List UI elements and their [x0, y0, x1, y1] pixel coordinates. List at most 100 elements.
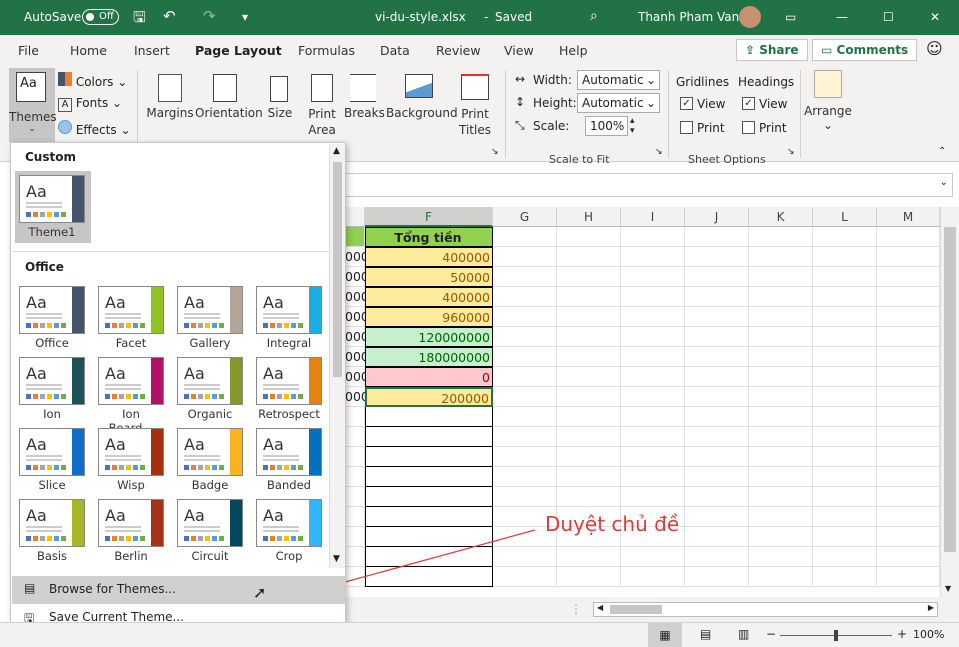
cell[interactable]	[493, 427, 557, 447]
tab-page-layout[interactable]: Page Layout	[195, 43, 282, 67]
cell[interactable]	[685, 247, 749, 267]
theme-thumbnail[interactable]: Aa	[256, 428, 322, 476]
cell[interactable]	[493, 487, 557, 507]
cell[interactable]	[877, 487, 940, 507]
cell[interactable]	[621, 227, 685, 247]
cell[interactable]	[365, 427, 493, 447]
cell[interactable]	[493, 327, 557, 347]
autosave-toggle[interactable]: Off	[82, 9, 119, 25]
theme-thumbnail[interactable]: Aa	[256, 499, 322, 547]
orientation-button[interactable]: Orientation	[195, 106, 263, 120]
cell[interactable]	[345, 487, 365, 507]
column-header[interactable]: K	[749, 207, 813, 227]
cell[interactable]	[749, 427, 813, 447]
page-layout-view-icon[interactable]: ▤	[700, 627, 711, 641]
cell[interactable]: 400000	[365, 287, 493, 307]
theme-item[interactable]: Aa Theme1	[15, 171, 91, 243]
share-button[interactable]: ⇪ Share	[736, 39, 808, 61]
cell[interactable]	[813, 387, 877, 407]
column-header[interactable]: J	[685, 207, 749, 227]
cell[interactable]	[685, 467, 749, 487]
colors-button[interactable]: Colors ⌄	[58, 72, 127, 89]
cell[interactable]	[493, 447, 557, 467]
browse-for-themes-item[interactable]: ▤ Browse for Themes...	[12, 576, 345, 604]
cell[interactable]	[557, 547, 621, 567]
cell[interactable]	[493, 387, 557, 407]
cell[interactable]	[685, 487, 749, 507]
save-icon[interactable]: 🖫	[133, 7, 146, 32]
scale-spinner[interactable]: ▴ ▾	[630, 116, 635, 136]
cell[interactable]	[749, 507, 813, 527]
cell[interactable]	[813, 267, 877, 287]
cell[interactable]	[813, 327, 877, 347]
theme-thumbnail[interactable]: Aa	[177, 286, 243, 334]
cell[interactable]	[813, 467, 877, 487]
cell[interactable]	[749, 567, 813, 587]
cell[interactable]	[345, 467, 365, 487]
cell[interactable]	[813, 507, 877, 527]
cell[interactable]	[493, 307, 557, 327]
cell[interactable]	[877, 267, 940, 287]
cell[interactable]	[749, 327, 813, 347]
tab-view[interactable]: View	[504, 43, 534, 58]
cell[interactable]	[877, 567, 940, 587]
cell[interactable]	[685, 527, 749, 547]
cell[interactable]	[365, 407, 493, 427]
cell[interactable]	[493, 347, 557, 367]
cell[interactable]	[685, 407, 749, 427]
cell[interactable]	[685, 447, 749, 467]
tab-formulas[interactable]: Formulas	[298, 43, 355, 58]
cell[interactable]	[557, 267, 621, 287]
zoom-in-button[interactable]: +	[897, 627, 907, 641]
cell[interactable]	[493, 467, 557, 487]
tab-help[interactable]: Help	[559, 43, 588, 58]
undo-icon[interactable]: ↶	[163, 7, 176, 25]
cell[interactable]: 000	[345, 367, 369, 387]
theme-thumbnail[interactable]: Aa	[98, 499, 164, 547]
arrange-button[interactable]: Arrange ⌄	[804, 104, 852, 132]
cell[interactable]	[621, 447, 685, 467]
cell[interactable]	[749, 307, 813, 327]
horizontal-scrollbar[interactable]: ◀ ▶	[593, 602, 938, 617]
cell[interactable]: 180000000	[365, 347, 493, 367]
cell[interactable]	[685, 347, 749, 367]
cell[interactable]	[877, 527, 940, 547]
cell[interactable]	[493, 267, 557, 287]
theme-thumbnail[interactable]: Aa	[177, 428, 243, 476]
height-dropdown[interactable]: Automatic ⌄	[577, 93, 660, 113]
cell[interactable]: 120000000	[365, 327, 493, 347]
cell[interactable]	[557, 387, 621, 407]
cell[interactable]	[749, 447, 813, 467]
cell[interactable]	[813, 367, 877, 387]
cell[interactable]	[685, 327, 749, 347]
search-icon[interactable]: ⌕	[590, 8, 598, 24]
cell[interactable]: 200000	[365, 387, 493, 407]
print-titles-button[interactable]: Print Titles	[455, 106, 495, 138]
cell[interactable]	[813, 407, 877, 427]
feedback-icon[interactable]: ☺	[926, 39, 943, 58]
cell[interactable]: 000	[345, 267, 369, 287]
cell[interactable]	[813, 247, 877, 267]
cell[interactable]	[621, 567, 685, 587]
cell[interactable]	[813, 447, 877, 467]
cell[interactable]	[877, 447, 940, 467]
cell[interactable]	[557, 447, 621, 467]
cell[interactable]	[557, 307, 621, 327]
headings-print-checkbox[interactable]	[742, 121, 755, 134]
theme-thumbnail[interactable]: Aa	[177, 357, 243, 405]
cell[interactable]	[557, 347, 621, 367]
gallery-scrollbar[interactable]: ▲ ▼	[329, 144, 345, 568]
cell[interactable]	[877, 327, 940, 347]
cell[interactable]	[621, 307, 685, 327]
cell[interactable]	[749, 287, 813, 307]
tab-file[interactable]: File	[18, 43, 39, 58]
collapse-ribbon-icon[interactable]: ⌃	[938, 146, 946, 157]
cell[interactable]	[621, 247, 685, 267]
cell[interactable]	[685, 307, 749, 327]
print-area-button[interactable]: Print Area	[300, 106, 344, 138]
cell[interactable]	[557, 427, 621, 447]
cell[interactable]	[877, 307, 940, 327]
cell[interactable]: 960000	[365, 307, 493, 327]
column-header[interactable]: F	[365, 207, 493, 227]
cell[interactable]	[493, 247, 557, 267]
